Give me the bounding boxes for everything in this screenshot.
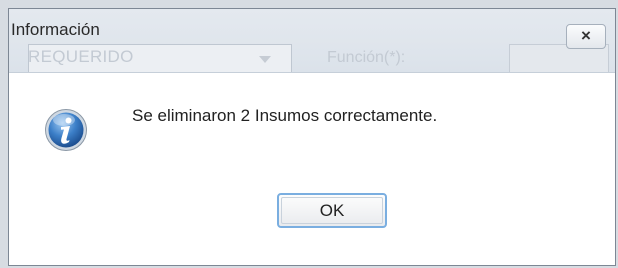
chevron-down-icon [259, 56, 271, 63]
dialog-body: Se eliminaron 2 Insumos correctamente. O… [9, 73, 615, 265]
ok-button[interactable]: OK [277, 193, 387, 228]
close-button[interactable]: × [566, 24, 606, 49]
background-funcion-label: Función(*): [327, 49, 406, 66]
dialog-message: Se eliminaron 2 Insumos correctamente. [132, 106, 438, 125]
close-icon: × [581, 26, 591, 45]
ok-button-focus-ring [281, 197, 383, 224]
dialog-title: Información [11, 20, 100, 39]
info-dialog: REQUERIDO Función(*): Información × Se e… [8, 8, 616, 266]
background-select-value: REQUERIDO [28, 47, 134, 66]
info-icon [45, 109, 87, 151]
dialog-titlebar[interactable]: REQUERIDO Función(*): Información × [9, 9, 615, 73]
